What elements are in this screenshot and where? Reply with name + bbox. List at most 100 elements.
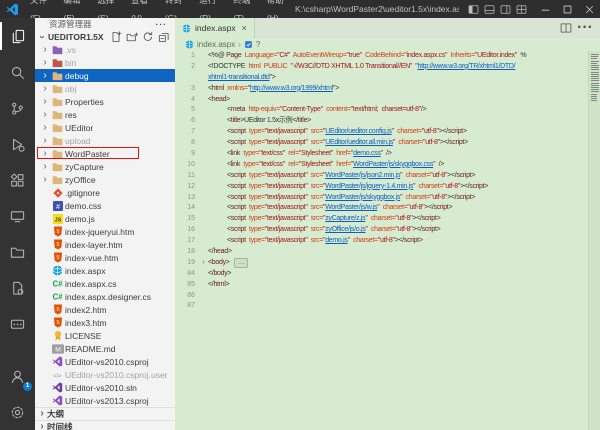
tree-item-ueditor-vs2013-csproj[interactable]: UEditor-vs2013.csproj xyxy=(35,394,175,407)
tree-item-zyoffice[interactable]: ›zyOffice xyxy=(35,173,175,186)
code-line[interactable]: 85</html> xyxy=(175,280,600,291)
minimap-line xyxy=(591,78,599,79)
tree-item-zycapture[interactable]: ›zyCapture xyxy=(35,160,175,173)
tree-item-upload[interactable]: ›upload xyxy=(35,134,175,147)
tree-item-obj[interactable]: ›obj xyxy=(35,82,175,95)
tab-close-icon[interactable]: × xyxy=(242,23,247,33)
tree-item-wordpaster[interactable]: ›WordPaster xyxy=(35,147,175,160)
minimap-line xyxy=(591,83,599,84)
new-folder-icon[interactable] xyxy=(125,30,139,43)
run-debug-icon[interactable] xyxy=(0,126,35,162)
remote-explorer-icon[interactable] xyxy=(0,198,35,234)
breadcrumb-item[interactable]: index.aspx xyxy=(197,40,235,49)
tree-item-demo-js[interactable]: JSdemo.js xyxy=(35,212,175,225)
extensions-icon[interactable] xyxy=(0,162,35,198)
code-line[interactable]: 10<link type="text/css" rel="Stylesheet"… xyxy=(175,160,600,171)
project-folder-icon[interactable] xyxy=(0,234,35,270)
new-file-icon[interactable] xyxy=(109,30,123,43)
code-line[interactable]: 8<script type="text/javascript" src="UEd… xyxy=(175,138,600,149)
sidebar-panel-header: 资源管理器 ··· xyxy=(35,18,175,30)
section-timeline[interactable]: ›时间线 xyxy=(35,420,175,430)
tree-item-index3-htm[interactable]: 5index3.htm xyxy=(35,316,175,329)
minimize-button[interactable] xyxy=(534,0,556,18)
code-line[interactable]: 3<html xmlns="http://www.w3.org/1999/xht… xyxy=(175,84,600,95)
tree-item-index-aspx-cs[interactable]: C#index.aspx.cs xyxy=(35,277,175,290)
tree-item-ueditor[interactable]: ›UEditor xyxy=(35,121,175,134)
breadcrumb-item[interactable]: ? xyxy=(256,40,260,49)
maximize-button[interactable] xyxy=(556,0,578,18)
tree-item-index-jqueryui-htm[interactable]: 5index-jqueryui.htm xyxy=(35,225,175,238)
tree-item-properties[interactable]: ›Properties xyxy=(35,95,175,108)
code-line[interactable]: 13<script type="text/javascript" src="Wo… xyxy=(175,193,600,204)
close-button[interactable] xyxy=(578,0,600,18)
more-actions-icon[interactable]: ··· xyxy=(577,19,593,37)
tree-item--gitignore[interactable]: .gitignore xyxy=(35,186,175,199)
settings-icon[interactable] xyxy=(0,394,35,430)
code-line[interactable]: 1<%@ Page Language="C#" AutoEventWireup=… xyxy=(175,51,600,62)
tree-item-index-aspx[interactable]: index.aspx xyxy=(35,264,175,277)
tree-item-ueditor-vs2010-csproj[interactable]: UEditor-vs2010.csproj xyxy=(35,355,175,368)
tab-index-aspx[interactable]: index.aspx × xyxy=(175,18,255,38)
code-line[interactable]: 9<link type="text/css" rel="Stylesheet" … xyxy=(175,149,600,160)
aspx-file-icon xyxy=(182,24,191,33)
tree-item-res[interactable]: ›res xyxy=(35,108,175,121)
tree-item-index-aspx-designer-cs[interactable]: C#index.aspx.designer.cs xyxy=(35,290,175,303)
code-line[interactable]: 14<script type="text/javascript" src="Wo… xyxy=(175,203,600,214)
tree-item-bin[interactable]: ›bin xyxy=(35,56,175,69)
tree-item-demo-css[interactable]: #demo.css xyxy=(35,199,175,212)
code-line[interactable]: 12<script type="text/javascript" src="Wo… xyxy=(175,182,600,193)
tree-item-ueditor-vs2010-csproj-user[interactable]: </>UEditor-vs2010.csproj.user xyxy=(35,368,175,381)
project-section-header[interactable]: › UEDITOR1.5X xyxy=(35,30,175,43)
tree-item-index2-htm[interactable]: 5index2.htm xyxy=(35,303,175,316)
search-icon[interactable] xyxy=(0,54,35,90)
code-line[interactable]: 5<meta http-equiv="Content-Type" content… xyxy=(175,105,600,116)
code-line[interactable]: 15<script type="text/javascript" src="zy… xyxy=(175,214,600,225)
code-line[interactable]: xhtml1-transitional.dtd"> xyxy=(175,73,600,84)
tree-item-license[interactable]: LICENSE xyxy=(35,329,175,342)
chevron-right-icon: › xyxy=(37,422,47,430)
source-control-icon[interactable] xyxy=(0,90,35,126)
code-line[interactable]: 19›<body>… xyxy=(175,258,600,269)
code-line[interactable]: 7<script type="text/javascript" src="UEd… xyxy=(175,127,600,138)
tree-item--vs[interactable]: ›.vs xyxy=(35,43,175,56)
code-line[interactable]: 18</head> xyxy=(175,247,600,258)
account-icon[interactable]: 1 xyxy=(0,358,35,394)
toggle-secondary-sidebar-icon[interactable] xyxy=(499,3,512,16)
minimap-line xyxy=(591,80,599,81)
line-number: 9 xyxy=(175,149,199,160)
code-text: <script type="text/javascript" src="UEdi… xyxy=(208,138,468,149)
split-editor-icon[interactable] xyxy=(560,22,572,34)
panel-more-actions-icon[interactable]: ··· xyxy=(156,19,168,29)
toggle-sidebar-icon[interactable] xyxy=(467,3,480,16)
code-line[interactable]: 11<script type="text/javascript" src="Wo… xyxy=(175,171,600,182)
chevron-right-icon: › xyxy=(40,162,50,172)
code-line[interactable]: 84</body> xyxy=(175,269,600,280)
chevron-right-icon: › xyxy=(40,175,50,185)
minimap[interactable] xyxy=(588,51,600,430)
code-line[interactable]: 16<script type="text/javascript" src="zy… xyxy=(175,225,600,236)
code-line[interactable]: 86 xyxy=(175,291,600,302)
code-line[interactable]: 17<script type="text/javascript" src="de… xyxy=(175,236,600,247)
tree-item-debug[interactable]: ›debug xyxy=(35,69,175,82)
code-line[interactable]: 2<!DOCTYPE html PUBLIC "-//W3C//DTD XHTM… xyxy=(175,62,600,73)
fold-chevron-icon[interactable]: › xyxy=(199,258,208,269)
tree-item-readme-md[interactable]: MREADME.md xyxy=(35,342,175,355)
code-area[interactable]: 1<%@ Page Language="C#" AutoEventWireup=… xyxy=(175,51,600,430)
file-settings-icon[interactable] xyxy=(0,270,35,306)
collapse-all-icon[interactable] xyxy=(157,30,171,43)
code-line[interactable]: 6<title>UEditor 1.5x示例</title> xyxy=(175,116,600,127)
comments-icon[interactable] xyxy=(0,306,35,342)
code-line[interactable]: 87 xyxy=(175,301,600,312)
explorer-actions xyxy=(109,30,171,43)
tab-bar: index.aspx × ··· xyxy=(175,18,600,38)
fold-ellipsis[interactable]: … xyxy=(234,258,249,268)
code-line[interactable]: 4<head> xyxy=(175,95,600,106)
tree-item-index-vue-htm[interactable]: 5index-vue.htm xyxy=(35,251,175,264)
section-outline[interactable]: ›大纲 xyxy=(35,407,175,420)
toggle-panel-icon[interactable] xyxy=(483,3,496,16)
tree-item-ueditor-vs2010-sln[interactable]: UEditor-vs2010.sln xyxy=(35,381,175,394)
tree-item-index-layer-htm[interactable]: 5index-layer.htm xyxy=(35,238,175,251)
explorer-icon[interactable] xyxy=(0,18,35,54)
customize-layout-icon[interactable] xyxy=(515,3,528,16)
refresh-icon[interactable] xyxy=(141,30,155,43)
